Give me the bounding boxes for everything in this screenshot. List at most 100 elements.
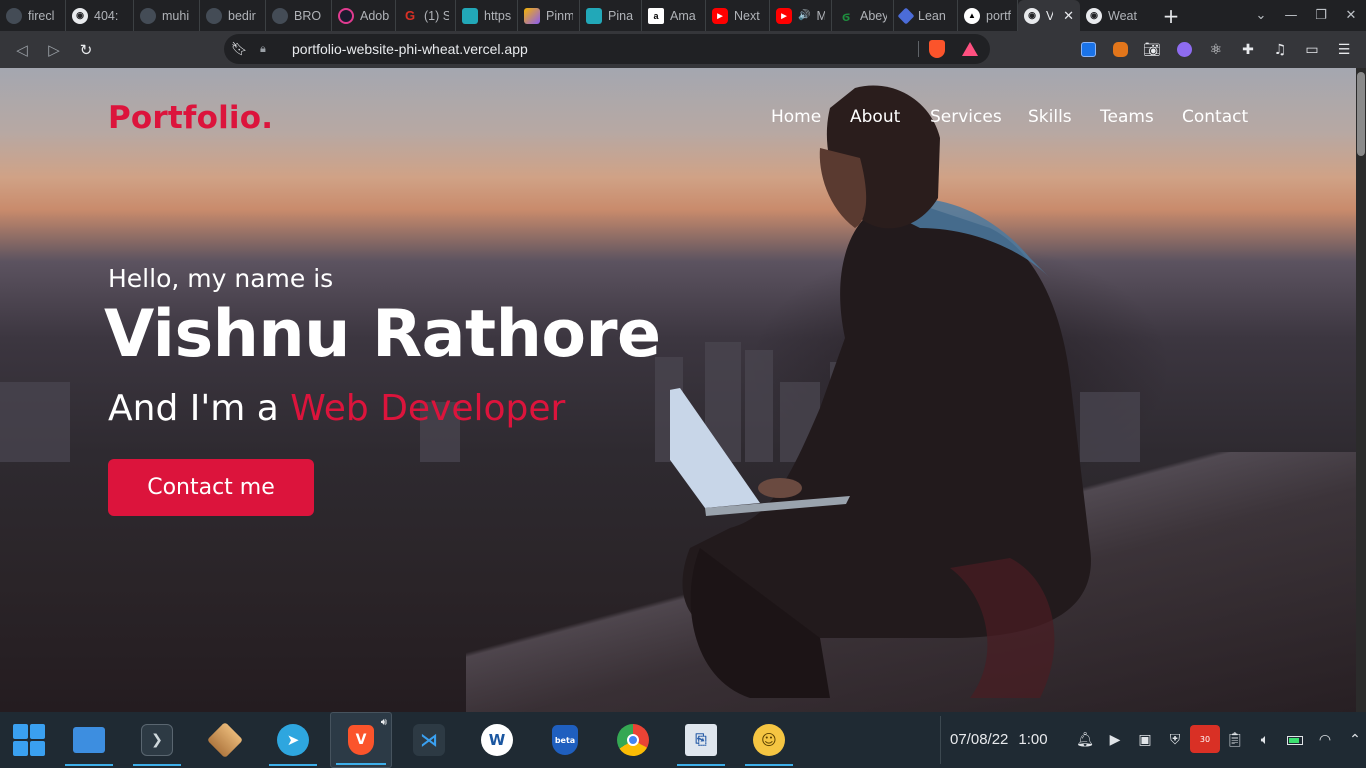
kde-connect-icon[interactable]: ▣ (1130, 726, 1160, 754)
browser-tab[interactable]: muhi (134, 0, 200, 31)
role-highlight: Web Developer (290, 388, 566, 429)
brave-rewards-icon[interactable] (962, 42, 978, 56)
taskbar: ❯ ➤ ᐯ 🔊︎ ⋊ W beta ⎘ ☺ 07/08/22 1:00 🔔︎ ▶ ▣… (0, 712, 1366, 768)
lock-icon[interactable]: 🔒︎ (260, 42, 266, 56)
date-text: 07/08/22 (950, 731, 1009, 748)
browser-tab[interactable]: ◉ Weat (1080, 0, 1146, 31)
file-manager-icon[interactable] (60, 712, 118, 768)
amazon-icon: a (648, 7, 664, 24)
contact-me-button[interactable]: Contact me (108, 459, 314, 516)
browser-tab-active[interactable]: ◉ V ✕ (1018, 0, 1080, 31)
nav-home[interactable]: Home (771, 107, 821, 127)
browser-tab[interactable]: ϭ Abey (832, 0, 894, 31)
emoji-icon[interactable]: ☺ (740, 712, 798, 768)
pin-icon (524, 7, 540, 24)
cube-icon (586, 7, 602, 24)
chevron-up-icon[interactable]: ⌃ (1340, 726, 1366, 754)
tray-divider (940, 716, 941, 764)
role-prefix: And I'm a (108, 388, 279, 429)
address-bar[interactable]: 🔖︎ 🔒︎ portfolio-website-phi-wheat.vercel… (224, 34, 990, 64)
hero-role: And I'm a Web Developer (108, 388, 565, 429)
notification-badge: 30 (1190, 725, 1220, 753)
extensions-puzzle-icon[interactable]: ✚ (1232, 34, 1264, 66)
divider (918, 41, 919, 57)
browser-tab[interactable]: Pina (580, 0, 642, 31)
metamask-icon[interactable] (1104, 34, 1136, 66)
brave-beta-icon[interactable]: beta (536, 712, 594, 768)
nav-services[interactable]: Services (930, 107, 1002, 127)
browser-tab[interactable]: ▲ portf (958, 0, 1018, 31)
nav-contact[interactable]: Contact (1182, 107, 1248, 127)
restore-icon[interactable]: ❐ (1306, 8, 1336, 23)
reload-icon[interactable]: ↻ (70, 34, 102, 66)
github-icon (6, 7, 22, 24)
browser-tab[interactable]: BRO (266, 0, 332, 31)
site-logo[interactable]: Portfolio. (108, 100, 273, 136)
youtube-icon: ▶ (776, 7, 792, 24)
url-text[interactable]: portfolio-website-phi-wheat.vercel.app (292, 41, 528, 57)
triangle-icon: ▲ (964, 7, 980, 24)
camera-icon[interactable]: 📷︎ (1136, 34, 1168, 66)
browser-tab[interactable]: G (1) S (396, 0, 456, 31)
shield-icon[interactable]: ⛨ (1160, 726, 1190, 754)
brave-shields-icon[interactable] (929, 40, 945, 58)
wallet-icon[interactable]: ▭ (1296, 34, 1328, 66)
box-app-icon[interactable] (196, 712, 254, 768)
clock[interactable]: 07/08/22 1:00 (950, 731, 1048, 748)
chrome-beta-icon[interactable] (604, 712, 662, 768)
browser-tab[interactable]: Adob (332, 0, 396, 31)
wifi-icon[interactable]: ◠ (1310, 726, 1340, 754)
new-tab-button[interactable]: + (1156, 4, 1186, 28)
scrollbar-thumb[interactable] (1357, 72, 1365, 156)
vscode-icon[interactable]: ⋊ (400, 712, 458, 768)
cube-icon (462, 7, 478, 24)
react-devtools-icon[interactable]: ⚛ (1200, 34, 1232, 66)
close-window-icon[interactable]: ✕ (1336, 8, 1366, 23)
greeting-text: Hello, my name is (108, 264, 334, 293)
browser-tab[interactable]: ▶ Next (706, 0, 770, 31)
bookmark-icon[interactable]: 🔖︎ (228, 42, 250, 57)
time-text: 1:00 (1018, 731, 1048, 748)
speaker-icon: 🔊 (798, 10, 811, 21)
media-play-icon[interactable]: ▶ (1100, 726, 1130, 754)
browser-tab[interactable]: ◉ 404: (66, 0, 134, 31)
back-icon[interactable]: ◁ (6, 34, 38, 66)
forward-icon[interactable]: ▷ (38, 34, 70, 66)
update-icon[interactable]: 30 (1190, 725, 1220, 754)
menu-icon[interactable]: ☰ (1328, 34, 1360, 66)
installer-icon[interactable]: ⎘ (672, 712, 730, 768)
notification-icon[interactable]: 🔔︎ (1070, 726, 1100, 754)
volume-icon[interactable]: 🔈︎ (1250, 726, 1280, 754)
tab-strip: firecl ◉ 404: muhi bedir BRO Adob G (1) S … (0, 0, 1366, 31)
browser-tab[interactable]: Lean (894, 0, 958, 31)
browser-toolbar: ◁ ▷ ↻ 🔖︎ 🔒︎ portfolio-website-phi-wheat.… (0, 31, 1366, 68)
nav-about[interactable]: About (850, 107, 900, 127)
browser-tab[interactable]: firecl (0, 0, 66, 31)
clipboard-icon[interactable]: 📋︎ (1220, 726, 1250, 754)
start-menu-icon[interactable] (0, 712, 58, 768)
nav-teams[interactable]: Teams (1100, 107, 1154, 127)
github-icon (206, 7, 222, 24)
browser-tab[interactable]: ▶🔊M (770, 0, 832, 31)
battery-icon[interactable] (1280, 726, 1310, 754)
browser-tab[interactable]: bedir (200, 0, 266, 31)
chat-extension-icon[interactable] (1168, 34, 1200, 66)
browser-tab[interactable]: a Ama (642, 0, 706, 31)
terminal-icon[interactable]: ❯ (128, 712, 186, 768)
close-tab-icon[interactable]: ✕ (1063, 8, 1074, 24)
browser-tab[interactable]: https (456, 0, 518, 31)
p-extension-icon[interactable] (1072, 34, 1104, 66)
hero-name: Vishnu Rathore (104, 297, 661, 372)
page-scrollbar[interactable] (1356, 68, 1366, 712)
nav-skills[interactable]: Skills (1028, 107, 1072, 127)
leaf-icon: ϭ (841, 7, 851, 24)
tab-search-icon[interactable]: ⌄ (1246, 8, 1276, 23)
speaker-icon: 🔊︎ (380, 717, 387, 728)
media-queue-icon[interactable]: ♫ (1264, 34, 1296, 66)
browser-tab[interactable]: Pinm (518, 0, 580, 31)
brave-browser-icon[interactable]: ᐯ 🔊︎ (330, 712, 392, 768)
man-with-laptop-image (670, 85, 1091, 698)
telegram-icon[interactable]: ➤ (264, 712, 322, 768)
logo-app-icon[interactable]: W (468, 712, 526, 768)
minimize-icon[interactable]: — (1276, 8, 1306, 23)
